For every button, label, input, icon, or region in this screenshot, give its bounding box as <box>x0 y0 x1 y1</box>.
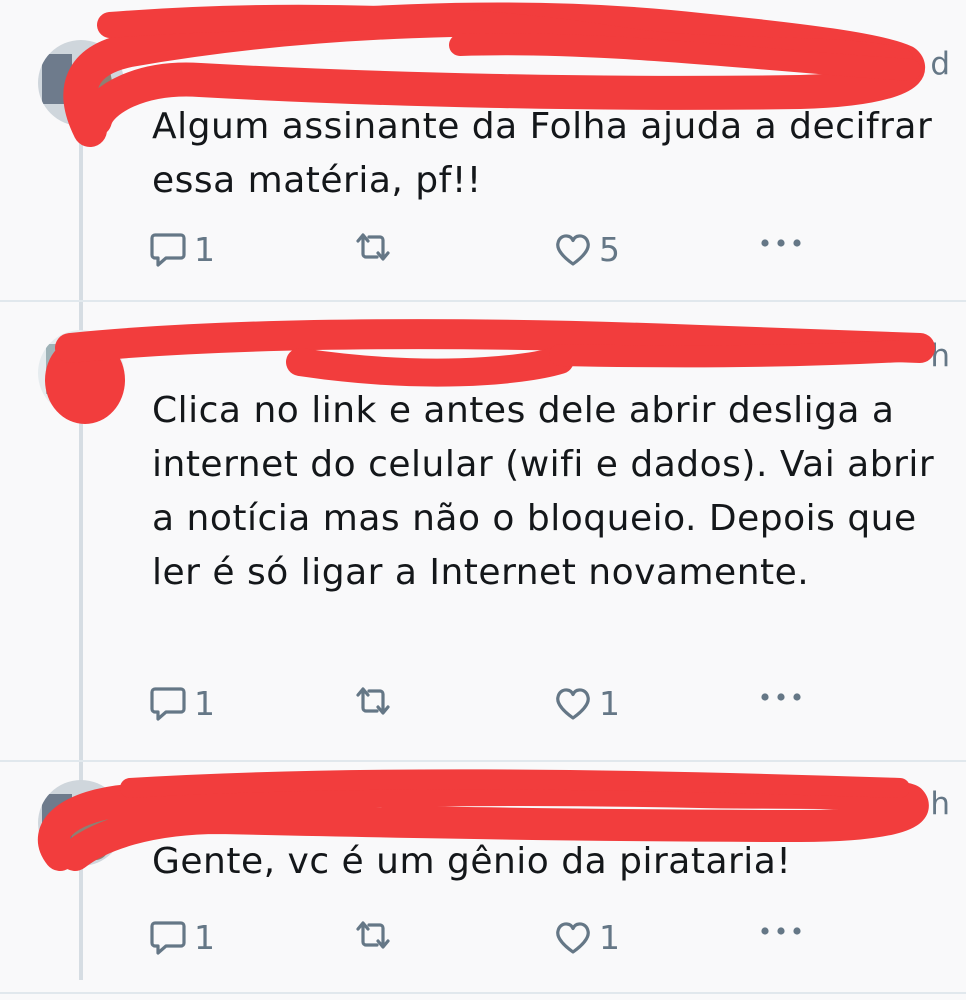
heart-icon <box>556 687 590 720</box>
retweet-icon <box>356 233 390 261</box>
reply-icon <box>150 232 186 267</box>
retweet-button[interactable] <box>355 230 391 264</box>
timestamp: d <box>930 46 950 82</box>
tweet-header: h <box>152 786 950 826</box>
more-button[interactable] <box>760 926 802 936</box>
avatar[interactable] <box>38 40 124 126</box>
reply-icon <box>150 920 186 955</box>
like-button[interactable]: 1 <box>555 684 620 723</box>
avatar[interactable] <box>38 330 124 416</box>
tweet-header: h <box>152 338 950 378</box>
reply-count: 1 <box>194 684 215 723</box>
tweet-2[interactable]: h Clica no link e antes dele abrir desli… <box>0 300 966 760</box>
avatar[interactable] <box>38 780 124 866</box>
tweet-actions: 1 5 <box>150 230 810 274</box>
tweet-text: Gente, vc é um gênio da pirataria! <box>152 841 792 882</box>
reply-icon <box>150 686 186 721</box>
retweet-icon <box>356 921 390 949</box>
reply-count: 1 <box>194 918 215 957</box>
tweet-3[interactable]: h Gente, vc é um gênio da pirataria! 1 1 <box>0 760 966 990</box>
timestamp: h <box>930 786 950 822</box>
more-dots-icon <box>761 239 801 247</box>
reply-button[interactable]: 1 <box>150 684 215 723</box>
tweet-header: d <box>152 46 950 86</box>
like-count: 1 <box>599 918 620 957</box>
retweet-icon <box>356 687 390 715</box>
like-button[interactable]: 5 <box>555 230 620 269</box>
tweet-actions: 1 1 <box>150 684 810 728</box>
reply-button[interactable]: 1 <box>150 918 215 957</box>
tweet-text: Clica no link e antes dele abrir desliga… <box>152 390 935 593</box>
more-dots-icon <box>761 927 801 935</box>
like-count: 1 <box>599 684 620 723</box>
reply-count: 1 <box>194 230 215 269</box>
more-dots-icon <box>761 693 801 701</box>
tweet-actions: 1 1 <box>150 918 810 962</box>
heart-icon <box>556 921 590 954</box>
tweet-divider <box>0 300 966 302</box>
tweet-1[interactable]: d Algum assinante da Folha ajuda a decif… <box>0 0 966 300</box>
tweet-divider <box>0 760 966 762</box>
retweet-button[interactable] <box>355 684 391 718</box>
tweet-text: Algum assinante da Folha ajuda a decifra… <box>152 106 933 201</box>
retweet-button[interactable] <box>355 918 391 952</box>
like-button[interactable]: 1 <box>555 918 620 957</box>
like-count: 5 <box>599 230 620 269</box>
tweet-divider <box>0 992 966 994</box>
more-button[interactable] <box>760 692 802 702</box>
reply-button[interactable]: 1 <box>150 230 215 269</box>
timestamp: h <box>930 338 950 374</box>
heart-icon <box>556 233 590 266</box>
more-button[interactable] <box>760 238 802 248</box>
